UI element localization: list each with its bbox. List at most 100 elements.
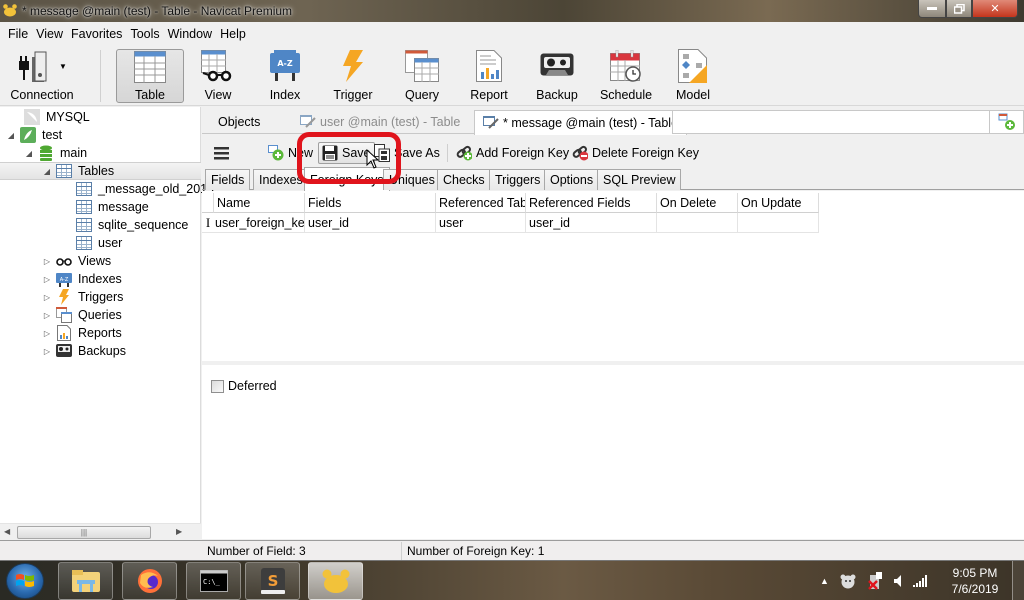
connection-button[interactable]: ▼ Connection [6, 48, 78, 106]
clock-time: 9:05 PM [952, 566, 998, 580]
minimize-button[interactable] [918, 0, 946, 18]
add-foreign-key-button[interactable]: Add Foreign Key [456, 142, 569, 164]
column-header-fields[interactable]: Fields [305, 193, 436, 213]
column-header-name[interactable]: Name [214, 193, 305, 213]
collapsed-arrow-icon[interactable]: ▷ [42, 347, 52, 356]
cell-on-delete[interactable] [657, 213, 738, 233]
tab-foreign-keys[interactable]: Foreign Keys [304, 167, 390, 191]
toolbar-table-button[interactable]: Table [116, 49, 184, 103]
toolbar-model-button[interactable]: Model [670, 48, 716, 106]
column-header-on-update[interactable]: On Update [738, 193, 819, 213]
sidebar-horizontal-scrollbar[interactable]: ◀ ||| ▶ [0, 523, 201, 540]
column-header-on-delete[interactable]: On Delete [657, 193, 738, 213]
toolbar-query-button[interactable]: Query [400, 48, 444, 106]
new-tab-button[interactable] [990, 110, 1024, 134]
show-desktop-button[interactable] [1012, 561, 1024, 600]
collapsed-arrow-icon[interactable]: ▷ [42, 275, 52, 284]
toolbar-view-button[interactable]: View [196, 48, 240, 106]
tree-item-views[interactable]: ▷ Views [42, 252, 111, 270]
taskbar-navicat[interactable] [308, 562, 363, 600]
new-button[interactable]: New [268, 142, 313, 164]
menu-view[interactable]: View [32, 27, 67, 41]
collapsed-arrow-icon[interactable]: ▷ [42, 311, 52, 320]
toolbar-trigger-button[interactable]: Trigger [330, 48, 376, 106]
network-signal-icon[interactable] [912, 575, 929, 587]
tree-item-mysql[interactable]: MYSQL [24, 108, 90, 126]
delete-foreign-key-button[interactable]: Delete Foreign Key [572, 142, 699, 164]
dropdown-arrow-icon[interactable]: ▼ [59, 62, 67, 71]
checkbox-box[interactable] [211, 379, 224, 393]
scroll-left-arrow-icon[interactable]: ◀ [4, 527, 10, 536]
show-hidden-icons-button[interactable]: ▲ [820, 576, 829, 586]
toolbar-schedule-button[interactable]: Schedule [598, 48, 654, 106]
taskbar-sublime-text[interactable]: S [245, 562, 300, 600]
tab-fields[interactable]: Fields [205, 169, 251, 190]
tab-objects[interactable]: Objects [210, 110, 268, 134]
system-clock[interactable]: 9:05 PM 7/6/2019 [944, 565, 1006, 597]
column-header-referenced-table[interactable]: Referenced Table [436, 193, 526, 213]
tab-message-table[interactable]: * message @main (test) - Table [474, 110, 688, 135]
tab-indexes[interactable]: Indexes [253, 169, 309, 190]
terminal-icon: C:\_ [199, 570, 228, 592]
tab-options[interactable]: Options [544, 169, 600, 190]
close-button[interactable]: ✕ [972, 0, 1018, 18]
tree-item-indexes[interactable]: ▷ A-Z Indexes [42, 270, 122, 288]
tree-item-test[interactable]: ◢ test [6, 126, 62, 144]
tab-checks[interactable]: Checks [437, 169, 491, 190]
deferred-checkbox[interactable]: Deferred [211, 379, 277, 393]
tree-item-reports[interactable]: ▷ Reports [42, 324, 122, 342]
cell-referenced-fields[interactable]: user_id [526, 213, 657, 233]
hamburger-menu-button[interactable] [214, 142, 230, 164]
taskbar-command-prompt[interactable]: C:\_ [186, 562, 241, 600]
menu-file[interactable]: File [4, 27, 32, 41]
tree-item-backups[interactable]: ▷ Backups [42, 342, 126, 360]
expanded-arrow-icon[interactable]: ◢ [42, 167, 52, 176]
collapsed-arrow-icon[interactable]: ▷ [42, 329, 52, 338]
tree-item-table[interactable]: _message_old_2019 [76, 180, 214, 198]
add-link-icon [456, 145, 472, 161]
tree-item-queries[interactable]: ▷ Queries [42, 306, 122, 324]
tab-user-table[interactable]: user @main (test) - Table [292, 110, 468, 134]
menu-window[interactable]: Window [164, 27, 216, 41]
floppy-disk-icon [322, 145, 338, 161]
cell-name[interactable]: user_foreign_key [214, 213, 305, 233]
table-row[interactable]: I user_foreign_key user_id user user_id [202, 213, 819, 233]
tree-item-table[interactable]: message [76, 198, 149, 216]
expanded-arrow-icon[interactable]: ◢ [24, 149, 34, 158]
tab-triggers[interactable]: Triggers [489, 169, 547, 190]
cell-on-update[interactable] [738, 213, 819, 233]
collapsed-arrow-icon[interactable]: ▷ [42, 257, 52, 266]
volume-icon[interactable] [893, 574, 903, 588]
svg-text:C:\_: C:\_ [203, 578, 221, 586]
taskbar-firefox[interactable] [122, 562, 177, 600]
cell-referenced-table[interactable]: user [436, 213, 526, 233]
toolbar-backup-button[interactable]: Backup [534, 48, 580, 106]
tree-item-triggers[interactable]: ▷ Triggers [42, 288, 123, 306]
menu-bar: File View Favorites Tools Window Help [0, 24, 1024, 44]
tree-item-table[interactable]: user [76, 234, 122, 252]
power-unplugged-icon[interactable] [867, 572, 883, 590]
tab-uniques[interactable]: Uniques [383, 169, 441, 190]
expanded-arrow-icon[interactable]: ◢ [6, 131, 16, 140]
tree-item-main[interactable]: ◢ main [24, 144, 87, 162]
tab-sql-preview[interactable]: SQL Preview [597, 169, 682, 190]
bear-app-icon[interactable] [839, 573, 857, 589]
taskbar-explorer[interactable] [58, 562, 113, 600]
menu-help[interactable]: Help [216, 27, 250, 41]
column-header-referenced-fields[interactable]: Referenced Fields [526, 193, 657, 213]
tree-item-table[interactable]: sqlite_sequence [76, 216, 188, 234]
svg-text:A-Z: A-Z [277, 59, 293, 68]
scrollbar-thumb[interactable]: ||| [17, 526, 151, 539]
menu-favorites[interactable]: Favorites [67, 27, 126, 41]
save-as-button[interactable]: Save As [374, 142, 440, 164]
scroll-right-arrow-icon[interactable]: ▶ [176, 527, 182, 536]
toolbar-index-button[interactable]: A-Z Index [263, 48, 307, 106]
tree-item-tables[interactable]: ◢ Tables [0, 162, 201, 180]
restore-button[interactable] [946, 0, 972, 18]
toolbar-report-button[interactable]: Report [466, 48, 512, 106]
collapsed-arrow-icon[interactable]: ▷ [42, 293, 52, 302]
cell-fields[interactable]: user_id [305, 213, 436, 233]
start-button[interactable] [6, 563, 44, 599]
menu-tools[interactable]: Tools [126, 27, 163, 41]
remove-link-icon [572, 145, 588, 161]
